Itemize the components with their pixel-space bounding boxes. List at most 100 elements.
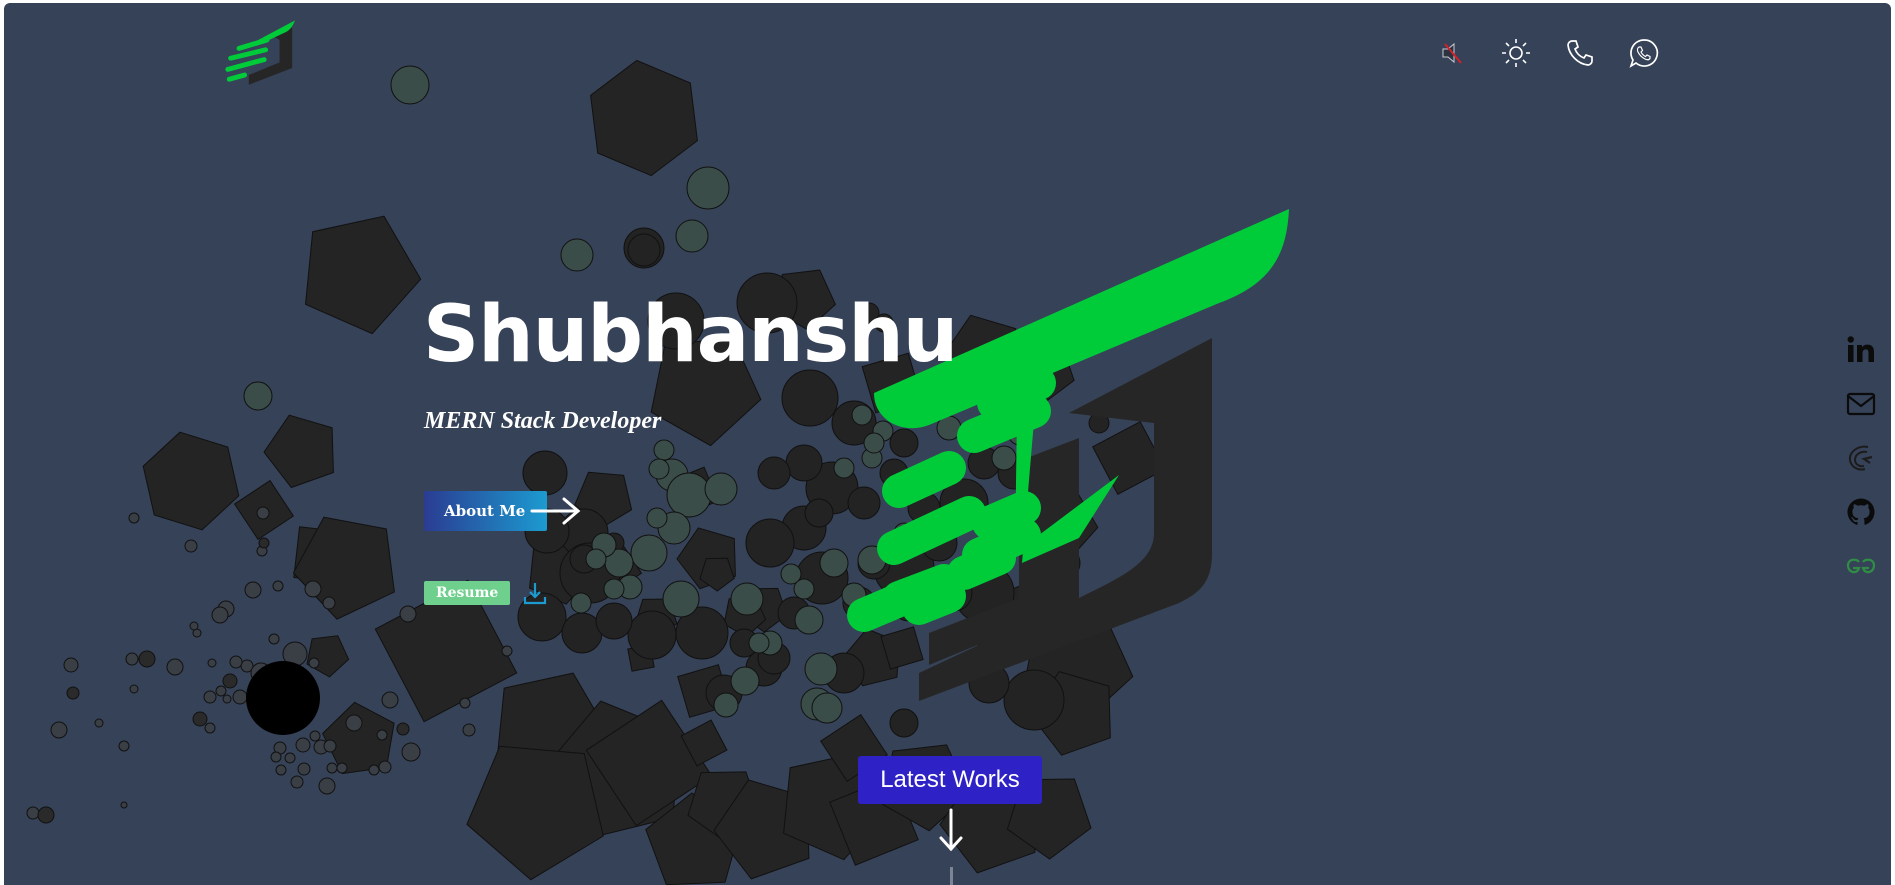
bg-circle xyxy=(368,764,380,776)
bg-circle xyxy=(390,65,430,105)
bg-circle xyxy=(203,690,217,704)
bg-circle xyxy=(207,658,217,668)
linkedin-icon[interactable] xyxy=(1844,333,1878,367)
bg-circle xyxy=(244,581,262,599)
bg-circle xyxy=(376,729,388,741)
arrow-right-icon[interactable] xyxy=(528,493,582,529)
bg-circle xyxy=(662,580,700,618)
bg-circle xyxy=(323,739,337,753)
bg-circle xyxy=(318,777,336,795)
bg-circle xyxy=(204,722,216,734)
bg-circle xyxy=(284,752,296,764)
geeksforgeeks-icon[interactable] xyxy=(1844,549,1878,583)
hero-role: MERN Stack Developer xyxy=(424,408,662,434)
bg-circle xyxy=(378,760,392,774)
bg-circle xyxy=(184,539,198,553)
bg-circle xyxy=(222,694,232,704)
bg-circle xyxy=(522,450,568,496)
page-background: Shubhanshu MERN Stack Developer About Me… xyxy=(4,3,1891,885)
mail-icon[interactable] xyxy=(1844,387,1878,421)
bg-circle xyxy=(675,219,709,253)
bg-circle xyxy=(322,596,336,610)
bg-circle-large xyxy=(246,661,320,735)
bg-circle xyxy=(653,439,675,461)
bg-polygon xyxy=(304,215,422,335)
latest-works-label: Latest Works xyxy=(880,766,1020,793)
bg-circle xyxy=(304,580,322,598)
scroll-indicator xyxy=(950,867,953,885)
about-me-label: About Me xyxy=(444,502,526,520)
bg-polygon xyxy=(263,414,334,489)
bg-circle xyxy=(272,580,284,592)
bg-circle xyxy=(229,655,243,669)
bg-polygon xyxy=(466,745,604,881)
phone-icon[interactable] xyxy=(1562,35,1598,71)
download-icon[interactable] xyxy=(522,581,548,607)
mute-icon[interactable] xyxy=(1434,35,1470,71)
bg-circle xyxy=(189,621,199,631)
bg-circle xyxy=(704,472,738,506)
bg-circle xyxy=(295,737,311,753)
bg-circle xyxy=(211,606,229,624)
bg-circle xyxy=(713,692,739,718)
header-icons xyxy=(1434,35,1662,71)
resume-button[interactable]: Resume xyxy=(424,581,511,605)
bg-circle xyxy=(232,689,248,705)
bg-circle xyxy=(748,632,770,654)
bg-circle xyxy=(462,723,476,737)
bg-circle xyxy=(627,610,677,660)
bg-circle xyxy=(889,708,919,738)
bg-circle xyxy=(243,381,273,411)
sun-icon[interactable] xyxy=(1498,35,1534,71)
bg-circle xyxy=(630,534,668,572)
bg-circle xyxy=(666,472,712,518)
bg-circle xyxy=(120,801,128,809)
bg-circle xyxy=(730,666,760,696)
github-icon[interactable] xyxy=(1844,495,1878,529)
bg-circle xyxy=(309,730,321,742)
bg-circle xyxy=(128,512,140,524)
bg-circle xyxy=(26,806,40,820)
bg-circle xyxy=(585,548,607,570)
bg-circle xyxy=(297,762,311,776)
bg-circle xyxy=(94,718,104,728)
codechef-icon[interactable] xyxy=(1844,441,1878,475)
bg-circle xyxy=(381,691,399,709)
bg-circle xyxy=(192,711,208,727)
bg-circle xyxy=(50,721,68,739)
whatsapp-icon[interactable] xyxy=(1626,35,1662,71)
bg-circle xyxy=(258,537,270,549)
bg-circle xyxy=(138,650,156,668)
bg-polygon xyxy=(590,59,698,177)
bg-circle xyxy=(222,673,238,689)
bg-circle xyxy=(501,645,513,657)
bg-circle xyxy=(459,697,471,709)
bg-circle xyxy=(129,684,139,694)
bg-circle xyxy=(603,578,625,600)
bg-circle xyxy=(275,764,287,776)
bg-circle xyxy=(401,742,421,762)
latest-works-button[interactable]: Latest Works xyxy=(858,756,1042,804)
bg-circle xyxy=(63,657,79,673)
bg-circle xyxy=(570,592,592,614)
bg-circle xyxy=(66,686,80,700)
logo-icon[interactable] xyxy=(225,19,295,89)
bg-circle xyxy=(336,762,348,774)
bg-circle xyxy=(166,658,184,676)
bg-circle xyxy=(646,507,668,529)
bg-circle xyxy=(125,652,139,666)
hero-name: Shubhanshu xyxy=(423,290,958,380)
bg-circle xyxy=(326,762,338,774)
bg-circle xyxy=(627,233,661,267)
bg-circle xyxy=(648,458,670,480)
bg-circle xyxy=(268,633,280,645)
brand-logo-icon xyxy=(847,209,1289,701)
bg-circle xyxy=(215,685,227,697)
bg-circle xyxy=(730,582,764,616)
arrow-down-icon[interactable] xyxy=(937,807,965,853)
bg-circle xyxy=(595,602,633,640)
bg-circle xyxy=(270,751,282,763)
resume-label: Resume xyxy=(436,585,499,601)
bg-circle xyxy=(396,722,410,736)
bg-polygon xyxy=(142,431,240,531)
